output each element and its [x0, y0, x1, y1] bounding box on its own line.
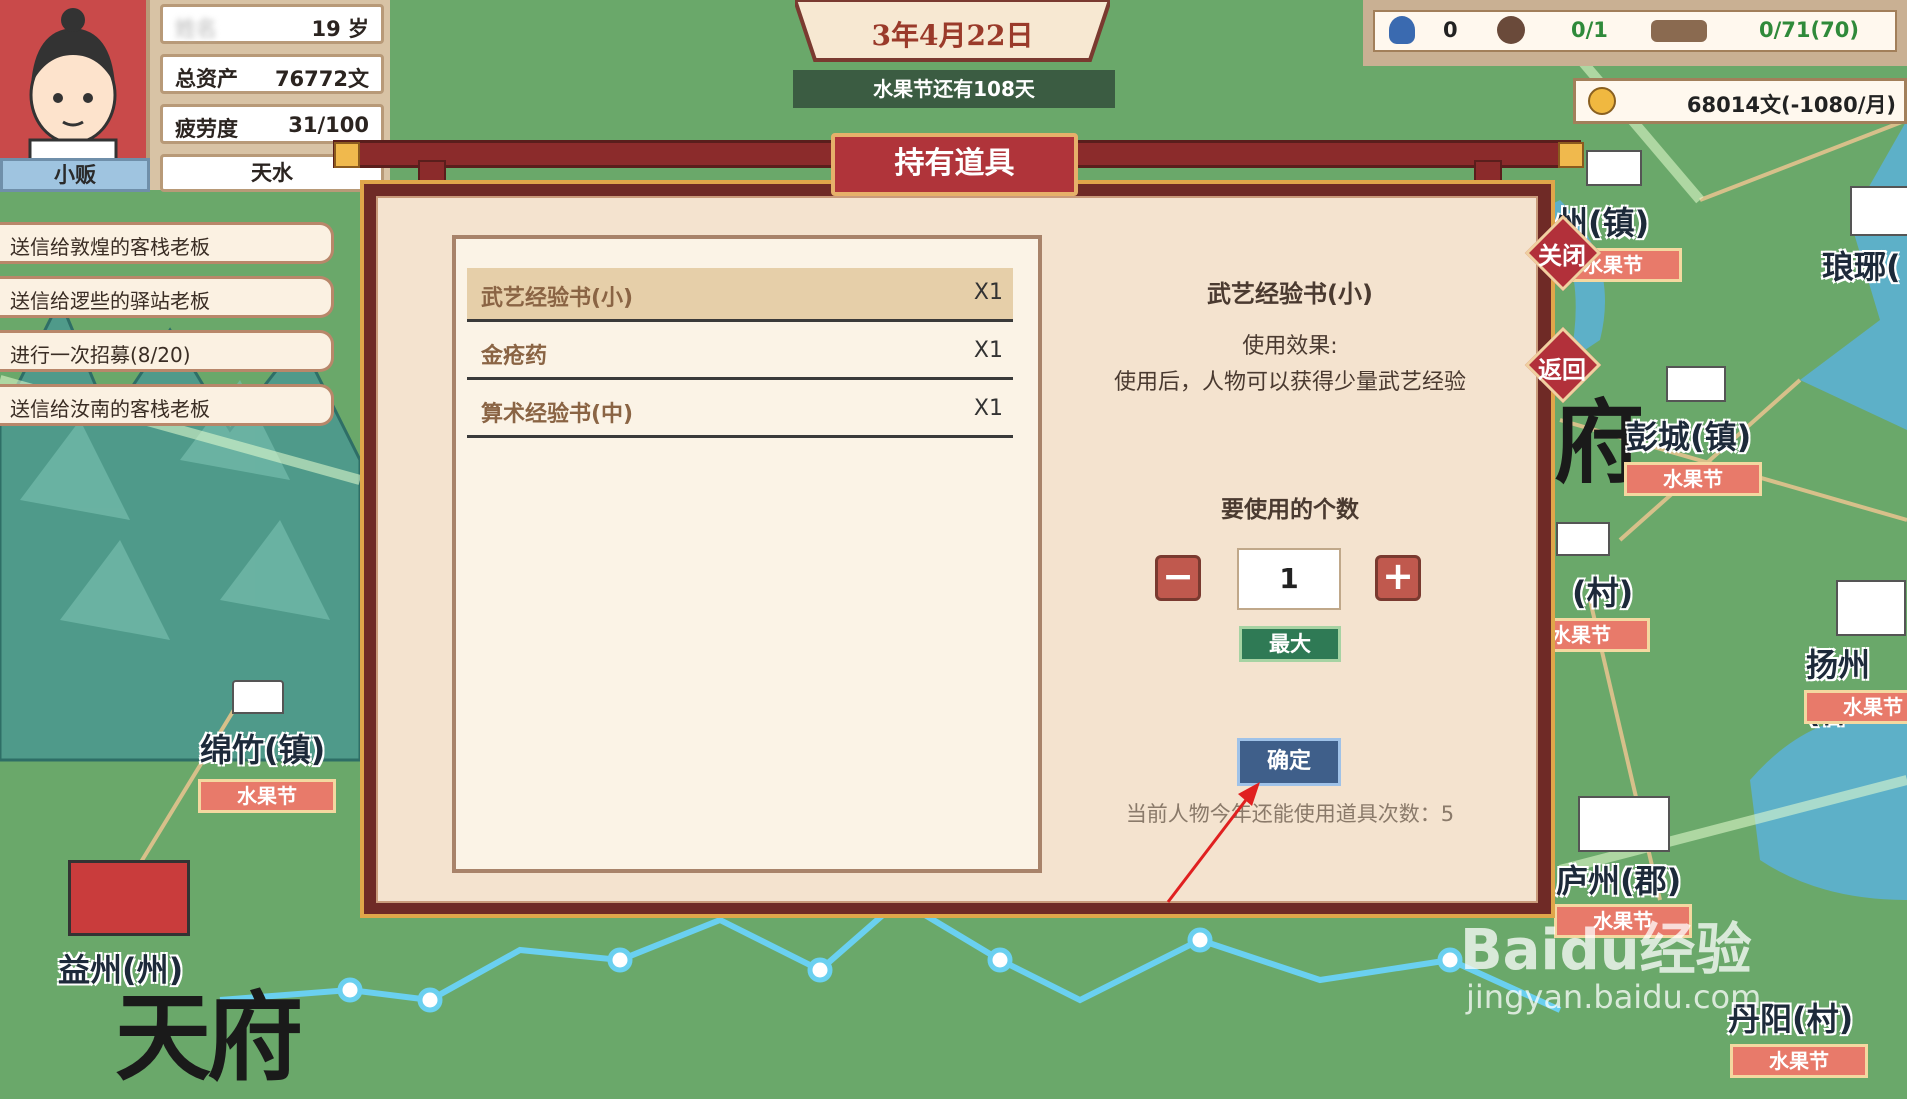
watermark-url: jingyan.baidu.com	[1466, 978, 1762, 1016]
resource-value-1: 0	[1443, 18, 1458, 42]
task-item[interactable]: 送信给逻些的驿站老板	[0, 276, 334, 318]
town-label-luzhou[interactable]: 庐州(郡)	[1556, 856, 1681, 902]
avatar	[28, 8, 118, 160]
festival-badge: 水果节	[1804, 690, 1907, 724]
beam-end-left	[334, 142, 360, 168]
castle-icon	[1578, 796, 1670, 852]
horse-cart-icon	[1651, 20, 1707, 42]
assets-label: 总资产	[175, 67, 238, 91]
player-age: 19 岁	[311, 17, 369, 41]
fatigue-label: 疲劳度	[175, 117, 238, 141]
back-button-label[interactable]: 返回	[1522, 350, 1602, 385]
use-count-label: 要使用的个数	[1221, 497, 1359, 523]
resource-value-2: 0/1	[1571, 18, 1608, 42]
use-count-input[interactable]: 1	[1237, 548, 1341, 610]
town-icon	[1586, 150, 1642, 186]
festival-badge: 水果节	[198, 779, 336, 813]
item-name: 金疮药	[481, 344, 548, 369]
decrease-button[interactable]: −	[1155, 555, 1201, 601]
town-label-mianzhu[interactable]: 绵竹(镇)	[200, 725, 325, 771]
town-label-village[interactable]: (村)	[1572, 568, 1633, 614]
task-item[interactable]: 进行一次招募(8/20)	[0, 330, 334, 372]
detail-effect-text: 使用后，人物可以获得少量武艺经验	[1113, 370, 1466, 395]
item-quantity: X1	[973, 338, 1003, 363]
town-icon	[232, 680, 284, 714]
dialog-title: 持有道具	[831, 133, 1078, 196]
town-icon	[1666, 366, 1726, 402]
item-name: 算术经验书(中)	[481, 402, 634, 427]
palace-icon	[68, 860, 190, 936]
town-label-yizhou[interactable]: 益州(州)	[58, 945, 183, 991]
resource-value-3: 0/71(70)	[1759, 18, 1859, 42]
resource-bar: 0 0/1 0/71(70)	[1373, 10, 1897, 52]
castle-icon	[1836, 580, 1906, 636]
occupation-badge: 小贩	[0, 158, 150, 192]
castle-icon	[1850, 186, 1907, 236]
annotation-arrow	[1166, 782, 1260, 903]
item-name: 武艺经验书(小)	[481, 286, 634, 311]
player-name-blurred: 姓名	[175, 17, 217, 41]
servant-icon	[1497, 16, 1525, 44]
increase-button[interactable]: +	[1375, 555, 1421, 601]
detail-effect-label: 使用效果:	[1242, 334, 1338, 359]
task-item[interactable]: 送信给敦煌的客栈老板	[0, 222, 334, 264]
item-row-selected[interactable]: 武艺经验书(小) X1	[467, 268, 1013, 322]
task-item[interactable]: 送信给汝南的客栈老板	[0, 384, 334, 426]
money-bar: 68014文(-1080/月)	[1573, 78, 1907, 124]
official-icon	[1389, 16, 1415, 44]
name-age-field: 姓名 19 岁	[160, 4, 384, 44]
festival-countdown: 水果节还有108天	[793, 70, 1115, 108]
fatigue-field: 疲劳度 31/100	[160, 104, 384, 144]
fatigue-value: 31/100	[288, 113, 369, 137]
item-quantity: X1	[973, 396, 1003, 421]
festival-badge: 水果节	[1730, 1044, 1868, 1078]
beam-end-right	[1558, 142, 1584, 168]
item-row[interactable]: 金疮药 X1	[467, 326, 1013, 380]
date-text: 3年4月22日	[871, 19, 1034, 52]
watermark-brand: Baidu经验	[1460, 918, 1752, 983]
max-button[interactable]: 最大	[1239, 626, 1341, 662]
close-button-label[interactable]: 关闭	[1522, 236, 1602, 271]
town-icon	[1556, 522, 1610, 556]
item-row[interactable]: 算术经验书(中) X1	[467, 384, 1013, 438]
assets-field: 总资产 76772文	[160, 54, 384, 94]
coin-icon	[1588, 87, 1616, 115]
detail-item-name: 武艺经验书(小)	[1207, 280, 1373, 308]
confirm-button[interactable]: 确定	[1237, 738, 1341, 786]
money-value: 68014文(-1080/月)	[1686, 93, 1896, 117]
item-quantity: X1	[973, 280, 1003, 305]
player-portrait[interactable]	[0, 0, 150, 160]
festival-badge: 水果节	[1624, 462, 1762, 496]
assets-value: 76772文	[274, 67, 369, 91]
town-label-langya[interactable]: 琅琊(	[1822, 242, 1901, 288]
remaining-uses-text: 当前人物今年还能使用道具次数：5	[1125, 802, 1455, 826]
town-label-pengcheng[interactable]: 彭城(镇)	[1626, 412, 1751, 458]
